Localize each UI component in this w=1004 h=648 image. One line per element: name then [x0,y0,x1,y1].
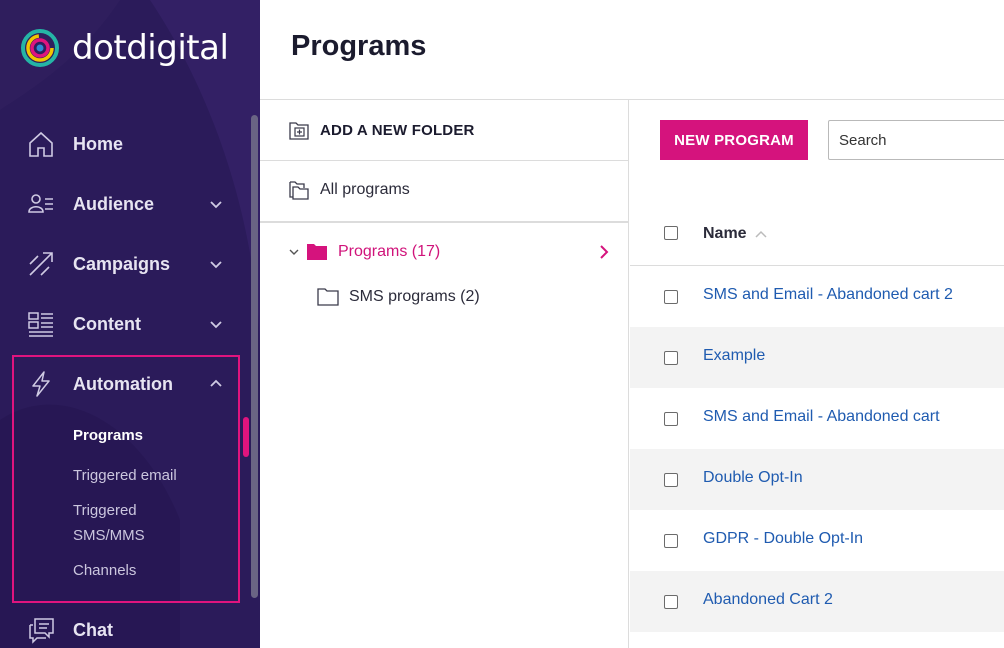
campaigns-icon [26,249,56,279]
program-name-link[interactable]: Abandoned Cart 2 [703,591,833,609]
chevron-down-icon [210,261,222,269]
new-program-button[interactable]: NEW PROGRAM [660,120,808,160]
chevron-down-icon[interactable] [288,246,300,258]
sidebar-item-label: Home [73,133,124,154]
program-name-link[interactable]: GDPR - Double Opt-In [703,530,863,548]
sidebar-item-label: Campaigns [73,253,171,274]
folder-tree-item-sms-programs[interactable]: SMS programs (2) [317,285,480,309]
sidebar-item-home[interactable]: Home [26,124,226,164]
sidebar-item-label: Audience [73,193,155,214]
select-all-checkbox[interactable] [664,226,678,240]
folder-label: Programs (17) [338,243,441,260]
chevron-right-icon[interactable] [596,244,612,260]
divider [260,221,629,223]
folder-label: SMS programs (2) [349,288,480,305]
sidebar-item-label: Automation [73,373,173,394]
add-folder-label: ADD A NEW FOLDER [320,121,475,139]
table-row[interactable]: Abandoned Cart 2 [630,571,1004,632]
program-name-link[interactable]: SMS and Email - Abandoned cart [703,408,940,426]
sidebar: dotdigital Home Audience Campaigns Conte… [0,0,260,648]
row-checkbox[interactable] [664,534,678,548]
lightning-icon [26,369,56,399]
sidebar-item-chat[interactable]: Chat [26,610,226,648]
add-folder-icon [289,122,309,140]
column-header-name[interactable]: Name [703,225,767,243]
chevron-up-icon [210,379,222,387]
row-checkbox[interactable] [664,473,678,487]
table-row[interactable]: Example [630,327,1004,388]
sidebar-subitem-triggered-sms-mms[interactable]: Triggered SMS/MMS [73,498,145,548]
program-name-link[interactable]: Example [703,347,765,365]
row-checkbox[interactable] [664,290,678,304]
sidebar-item-audience[interactable]: Audience [26,184,226,224]
table-header: Name [630,206,1004,266]
folder-icon [317,288,339,306]
chevron-down-icon [210,201,222,209]
search-input[interactable] [828,120,1004,160]
main-content: Programs ADD A NEW FOLDER All programs P… [260,0,1004,648]
divider [260,160,629,161]
row-checkbox[interactable] [664,351,678,365]
sort-ascending-icon [755,230,767,238]
folder-tree-item-programs[interactable]: Programs (17) [288,240,440,264]
programs-table-panel: NEW PROGRAM Name SMS and Email - Abandon… [630,100,1004,648]
content-icon [26,309,56,339]
folder-panel: ADD A NEW FOLDER All programs Programs (… [260,100,629,648]
program-name-link[interactable]: SMS and Email - Abandoned cart 2 [703,286,953,304]
active-section-indicator [243,417,249,457]
chevron-down-icon [210,321,222,329]
program-name-link[interactable]: Double Opt-In [703,469,803,487]
sidebar-item-label: Content [73,313,141,334]
sidebar-item-content[interactable]: Content [26,304,226,344]
table-row[interactable]: Double Opt-In [630,449,1004,510]
folders-icon [289,181,309,200]
sidebar-item-campaigns[interactable]: Campaigns [26,244,226,284]
row-checkbox[interactable] [664,595,678,609]
sidebar-item-automation[interactable]: Automation [26,364,226,404]
row-checkbox[interactable] [664,412,678,426]
audience-icon [26,189,56,219]
logo-mark-icon [21,29,59,67]
table-row[interactable]: SMS and Email - Abandoned cart [630,388,1004,449]
column-header-label: Name [703,225,747,242]
chat-icon [26,615,56,645]
all-programs-link[interactable]: All programs [288,178,410,202]
sidebar-subitem-programs[interactable]: Programs [73,423,143,448]
add-folder-button[interactable]: ADD A NEW FOLDER [288,118,475,142]
sidebar-scrollbar[interactable] [251,115,258,598]
dotdigital-logo[interactable]: dotdigital [20,26,229,70]
sidebar-subitem-triggered-email[interactable]: Triggered email [73,463,177,488]
sidebar-subitem-channels[interactable]: Channels [73,558,136,583]
table-row[interactable]: SMS and Email - Abandoned cart 2 [630,266,1004,327]
page-title: Programs [291,30,427,62]
sidebar-item-label: Chat [73,619,113,640]
folder-filled-icon [307,244,327,260]
table-row[interactable]: GDPR - Double Opt-In [630,510,1004,571]
app-window: dotdigital Home Audience Campaigns Conte… [0,0,1004,648]
home-icon [26,129,56,159]
brand-name: dotdigital [72,28,229,68]
all-programs-label: All programs [320,181,410,198]
